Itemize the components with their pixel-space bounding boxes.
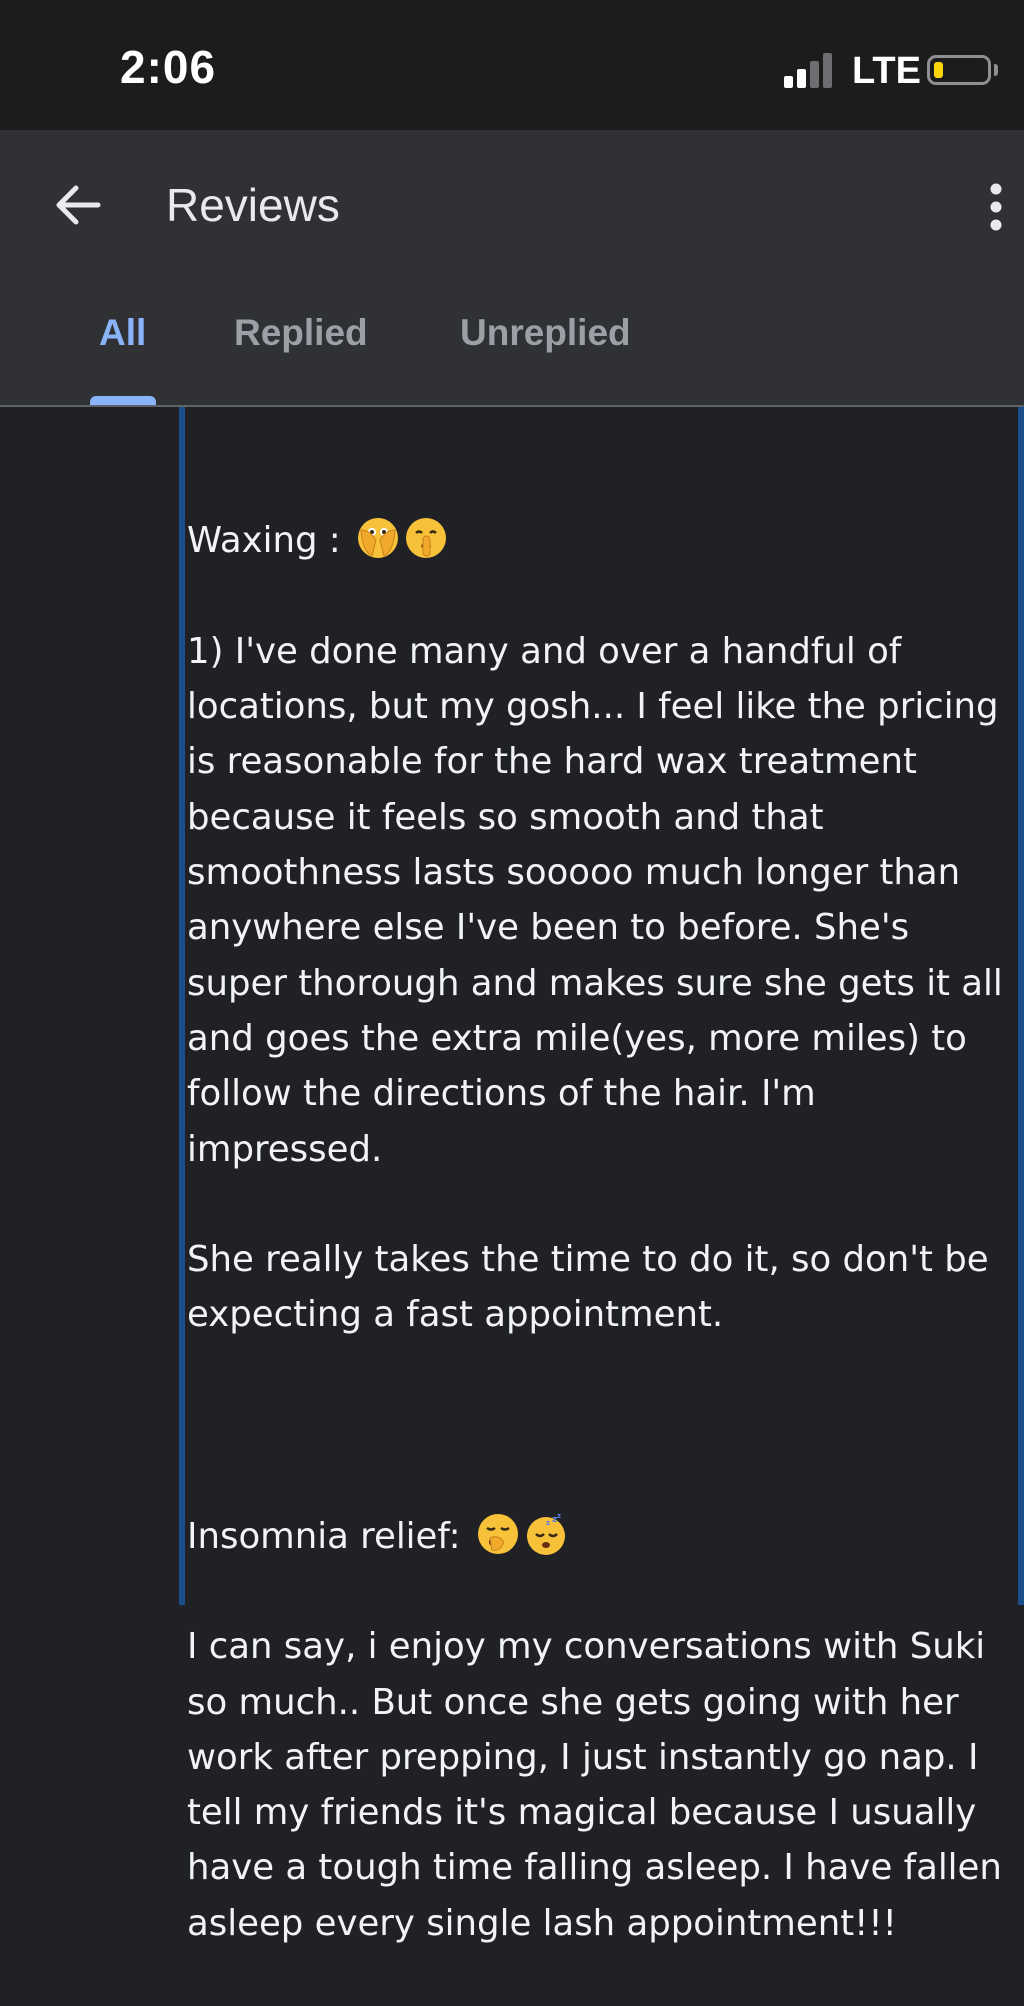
review-section-heading: Waxing : [187,513,1017,568]
shushing-face-emoji [406,518,447,559]
page-title: Reviews [166,179,340,231]
tab-all[interactable]: All [99,312,146,354]
tab-replied[interactable]: Replied [234,312,368,354]
svg-text:z: z [557,1512,561,1520]
battery-nub [994,64,998,76]
tab-unreplied[interactable]: Unreplied [460,312,631,354]
yawning-face-emoji [477,1513,518,1554]
battery-icon [927,55,991,85]
battery-level [934,62,943,78]
waxing-paragraph-1: 1) I've done many and over a handful of … [187,630,1003,1170]
more-vert-icon [990,183,1002,231]
face-with-hand-over-mouth-eyes-emoji [358,518,399,559]
review-border-right [1018,407,1024,1605]
status-time: 2:06 [120,41,217,93]
review-text: Waxing : 1) I've done many and over a ha… [187,458,1017,2006]
insomnia-paragraph-1: I can say, i enjoy my conversations with… [187,1626,1002,1944]
more-options-button[interactable] [976,180,1020,240]
review-section-heading: Insomnia relief: z z z [187,1509,1017,1564]
insomnia-heading: Insomnia relief: [187,1515,461,1557]
arrow-back-icon [56,185,101,225]
status-bar: 2:06 LTE [0,0,1024,130]
sleeping-face-emoji: z z z [526,1512,565,1555]
app-bar-divider [0,405,1024,407]
review-border-left [179,407,185,1605]
waxing-paragraph-2: She really takes the time to do it, so d… [187,1239,989,1336]
svg-text:z: z [546,1519,550,1527]
back-button[interactable] [48,176,108,236]
waxing-heading: Waxing : [187,520,341,562]
cellular-signal-icon [784,52,840,88]
network-type: LTE [852,50,921,92]
app-bar [0,130,1024,406]
